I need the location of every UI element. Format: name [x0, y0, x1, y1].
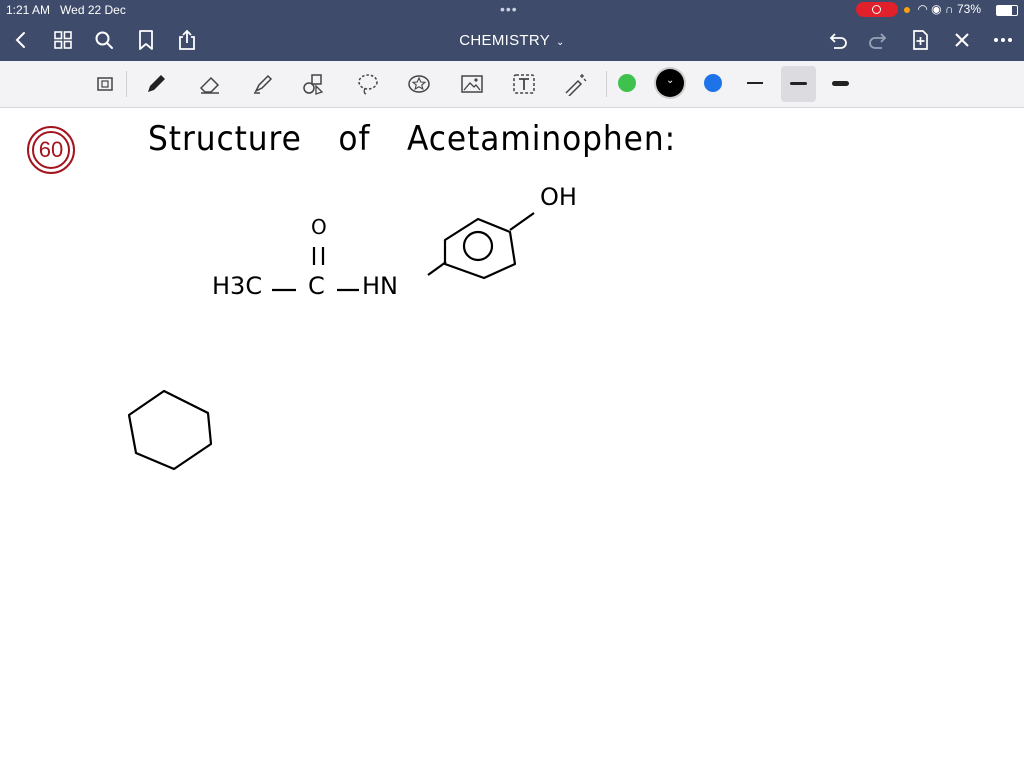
status-time: 1:21 AM Wed 22 Dec	[6, 3, 126, 17]
chevron-down-icon[interactable]: ⌄	[556, 37, 565, 48]
color-blue[interactable]	[704, 74, 722, 92]
oh-bond	[509, 212, 535, 231]
hn-label: HN	[362, 272, 398, 300]
toolbar-divider	[606, 71, 607, 97]
handwritten-drawing	[127, 212, 535, 471]
oxygen-label: O	[311, 215, 327, 239]
toolbar-divider	[126, 71, 127, 97]
color-green[interactable]	[618, 74, 636, 92]
undo-icon[interactable]	[826, 29, 848, 51]
navigation-row: CHEMISTRY ⌄	[0, 20, 1024, 61]
pen-width-medium-line	[790, 82, 807, 85]
mic-indicator-icon	[904, 6, 910, 13]
note-canvas[interactable]: 60 Structure of Acetaminophen: OH O H3C …	[0, 107, 1024, 768]
lasso-icon[interactable]	[356, 72, 380, 96]
more-icon[interactable]	[992, 29, 1014, 51]
app-top-bar: 1:21 AM Wed 22 Dec ••• ◠ ◉ ∩ 73% CHEMIST…	[0, 0, 1024, 61]
image-icon[interactable]	[460, 72, 484, 96]
screen-recording-icon[interactable]	[856, 2, 898, 17]
add-page-icon[interactable]	[909, 29, 931, 51]
svg-text:✱: ✱	[144, 72, 145, 79]
n-ring-bond	[427, 261, 447, 276]
sticker-icon[interactable]	[407, 72, 431, 96]
status-date: Wed 22 Dec	[60, 3, 126, 17]
pen-width-thin[interactable]	[747, 82, 763, 84]
battery-percent: 73%	[956, 2, 981, 16]
highlighter-icon[interactable]	[251, 72, 275, 96]
shapes-icon[interactable]	[302, 72, 326, 96]
h3c-label: H3C	[212, 272, 263, 300]
page-view-icon[interactable]	[93, 72, 117, 96]
battery-icon	[996, 5, 1018, 16]
close-icon[interactable]	[951, 29, 973, 51]
pen-icon[interactable]: ✱	[144, 72, 168, 96]
status-bar: 1:21 AM Wed 22 Dec ••• ◠ ◉ ∩ 73%	[0, 0, 1024, 20]
drawing-toolbar: ✱ ⌄	[0, 61, 1024, 108]
chevron-down-icon: ⌄	[666, 75, 675, 86]
pen-width-thick[interactable]	[832, 81, 849, 86]
cyclohexane-ring	[127, 389, 213, 471]
headphones-icon: ∩	[945, 2, 954, 16]
orientation-lock-icon: ◉	[931, 2, 942, 16]
benzene-ring	[443, 217, 517, 280]
multitask-dots-icon[interactable]: •••	[500, 1, 518, 17]
status-indicators: ◠ ◉ ∩ 73%	[904, 2, 981, 16]
eraser-icon[interactable]	[198, 72, 222, 96]
carbon-label: C	[308, 272, 325, 300]
wifi-icon: ◠	[917, 2, 928, 16]
redo-icon[interactable]	[868, 29, 890, 51]
oh-label: OH	[540, 183, 577, 211]
laser-icon[interactable]	[563, 72, 587, 96]
text-icon[interactable]	[512, 72, 536, 96]
aromatic-circle	[462, 230, 494, 262]
